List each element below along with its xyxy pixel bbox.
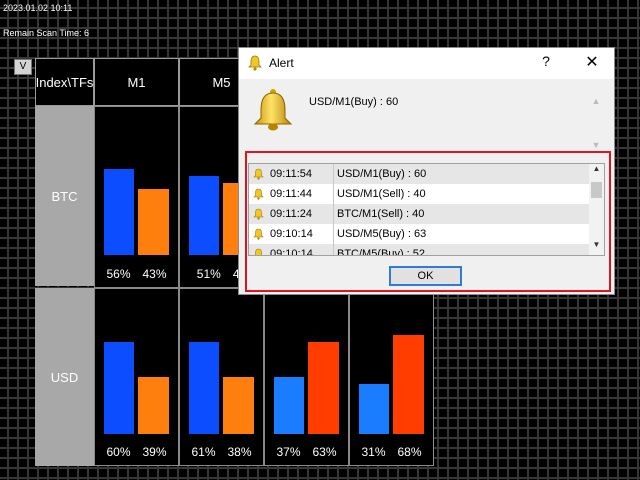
buy-bar xyxy=(189,342,219,434)
alert-title: Alert xyxy=(269,56,294,70)
buy-percent: 37% xyxy=(276,444,301,459)
sell-percent: 63% xyxy=(312,444,337,459)
table-corner-header: Index\TFs xyxy=(35,58,94,106)
sell-percent: 38% xyxy=(227,444,252,459)
usd-m5-cell: 61% 38% xyxy=(179,288,264,466)
percent-labels: 31% 68% xyxy=(350,438,433,465)
bell-icon xyxy=(253,89,293,131)
buy-percent: 60% xyxy=(106,444,131,459)
sell-bar xyxy=(393,335,424,434)
sell-bar xyxy=(308,342,339,434)
buy-percent: 31% xyxy=(361,444,386,459)
buy-bar xyxy=(274,377,304,434)
percent-labels: 60% 39% xyxy=(95,438,178,465)
percent-labels: 37% 63% xyxy=(265,438,348,465)
remain-scan-time: Remain Scan Time: 6 xyxy=(3,28,90,38)
buy-bar xyxy=(189,176,219,255)
buy-percent: 56% xyxy=(106,266,131,281)
alert-titlebar[interactable]: Alert ? ✕ xyxy=(239,48,614,79)
alert-message: USD/M1(Buy) : 60 xyxy=(309,96,399,108)
sell-bar xyxy=(223,377,254,434)
percent-labels: 56% 43% xyxy=(95,260,178,287)
usd-tf4-cell: 31% 68% xyxy=(349,288,434,466)
message-scroll-up-icon[interactable]: ▲ xyxy=(591,96,601,106)
sell-percent: 68% xyxy=(397,444,422,459)
percent-labels: 61% 38% xyxy=(180,438,263,465)
usd-tf3-cell: 37% 63% xyxy=(264,288,349,466)
sell-percent: 43% xyxy=(142,266,167,281)
buy-percent: 61% xyxy=(191,444,216,459)
tf-header-m1: M1 xyxy=(94,58,179,106)
buy-bar xyxy=(359,384,389,434)
bell-icon xyxy=(248,55,262,71)
btc-m1-cell: 56% 43% xyxy=(94,106,179,288)
help-button[interactable]: ? xyxy=(539,53,553,69)
toggle-view-button[interactable]: V xyxy=(14,59,32,75)
server-timestamp: 2023.01.02 10:11 xyxy=(3,3,73,13)
buy-percent: 51% xyxy=(196,266,221,281)
sell-bar xyxy=(138,189,169,255)
ok-button[interactable]: OK xyxy=(389,266,462,286)
message-scroll-down-icon[interactable]: ▼ xyxy=(591,140,601,150)
row-label-btc: BTC xyxy=(35,106,94,286)
sell-percent: 39% xyxy=(142,444,167,459)
close-icon[interactable]: ✕ xyxy=(583,52,601,72)
usd-m1-cell: 60% 39% xyxy=(94,288,179,466)
buy-bar xyxy=(104,342,134,434)
row-label-usd: USD xyxy=(35,288,94,466)
buy-bar xyxy=(104,169,134,255)
sell-bar xyxy=(138,377,169,434)
